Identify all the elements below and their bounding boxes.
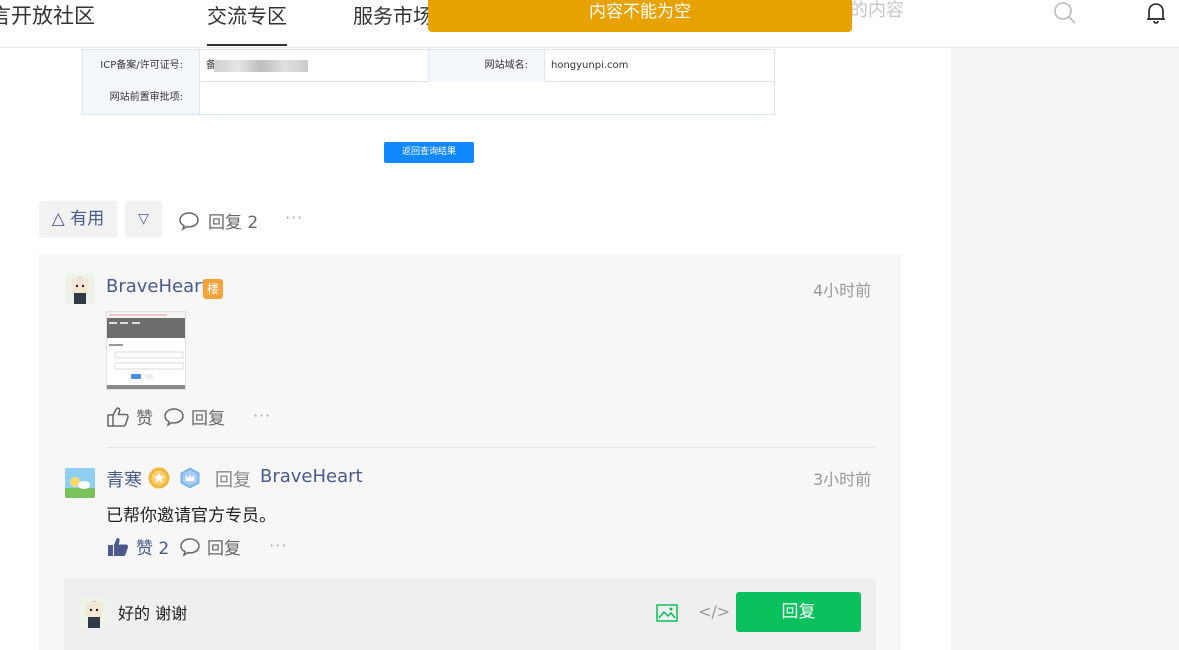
reply-to-word: 回复 <box>215 470 251 491</box>
comment-username[interactable]: 青寒 <box>106 466 142 492</box>
domain-value: hongyunpi.com <box>551 60 629 71</box>
reply-button[interactable]: 回复 <box>163 404 225 429</box>
avatar <box>79 598 109 628</box>
comment-username[interactable]: BraveHeart <box>106 276 209 297</box>
avatar[interactable] <box>65 468 95 498</box>
right-sidebar <box>951 48 1179 650</box>
search-input[interactable]: 的内容 <box>830 0 1098 34</box>
reply-editor: 好的 谢谢 </> 回复 <box>64 578 876 650</box>
like-button[interactable]: 赞 2 <box>106 534 169 559</box>
back-to-results-button[interactable]: 返回查询结果 <box>384 142 474 163</box>
like-button[interactable]: 赞 <box>106 404 153 429</box>
reply-label: 回复 <box>191 409 225 429</box>
tab-market[interactable]: 服务市场 <box>353 0 433 29</box>
reply-to-username[interactable]: BraveHeart <box>260 466 363 487</box>
more-button[interactable]: ··· <box>285 208 303 227</box>
approval-label: 网站前置审批项: <box>83 82 200 114</box>
useful-button[interactable]: △ 有用 <box>39 201 117 238</box>
reply-label: 回复 <box>207 539 241 559</box>
avatar[interactable] <box>65 274 95 304</box>
author-badge: 楼 <box>203 279 223 299</box>
comment-icon <box>164 407 184 427</box>
blurred-text <box>214 60 308 72</box>
reply-submit-button[interactable]: 回复 <box>736 592 861 632</box>
icp-row: ICP备案/许可证号: 备 网站域名: hongyunpi.com <box>83 50 774 82</box>
comment-text: 已帮你邀请官方专员。 <box>106 506 276 526</box>
tab-community[interactable]: 交流专区 <box>207 0 287 29</box>
icp-table-image: ICP备案/许可证号: 备 网站域名: hongyunpi.com 网站前置审批… <box>82 49 775 115</box>
icp-value: 备 <box>200 50 429 82</box>
comment-time: 3小时前 <box>813 470 872 489</box>
icp-label: ICP备案/许可证号: <box>83 50 200 82</box>
search-placeholder: 的内容 <box>850 0 904 21</box>
icp-row: 网站前置审批项: <box>83 82 774 114</box>
reply-button[interactable]: 回复 <box>179 534 241 559</box>
reply-input[interactable]: 好的 谢谢 <box>118 600 187 624</box>
more-button[interactable]: ··· <box>269 536 287 555</box>
active-tab-indicator <box>207 44 287 46</box>
comments-panel: BraveHeart 楼 4小时前 赞 回复 ··· 青寒 回复 BraveHe… <box>39 254 901 650</box>
comment-icon <box>179 211 199 231</box>
search-icon[interactable] <box>1052 0 1078 26</box>
comment-divider <box>106 447 876 448</box>
code-icon[interactable]: </> <box>698 602 730 621</box>
bell-icon[interactable] <box>1143 0 1169 26</box>
attached-screenshot-thumbnail[interactable] <box>106 311 186 390</box>
like-label: 赞 <box>136 409 153 429</box>
comment-time: 4小时前 <box>813 281 872 300</box>
image-upload-icon[interactable] <box>656 604 678 622</box>
more-button[interactable]: ··· <box>253 406 271 425</box>
crown-badge-icon <box>180 467 200 489</box>
reply-count-button[interactable]: 回复 2 <box>178 208 258 233</box>
domain-label: 网站域名: <box>429 50 545 82</box>
comment-icon <box>180 537 200 557</box>
not-useful-button[interactable]: ▽ <box>125 201 162 238</box>
thumbs-up-filled-icon <box>108 537 129 556</box>
thumbs-up-icon <box>107 406 129 427</box>
like-count-label: 赞 2 <box>136 539 170 559</box>
brand-title[interactable]: 言开放社区 <box>0 0 95 30</box>
star-badge-icon <box>148 467 170 489</box>
reply-count-label: 回复 2 <box>208 213 259 233</box>
toast-message: 内容不能为空 <box>428 0 852 32</box>
